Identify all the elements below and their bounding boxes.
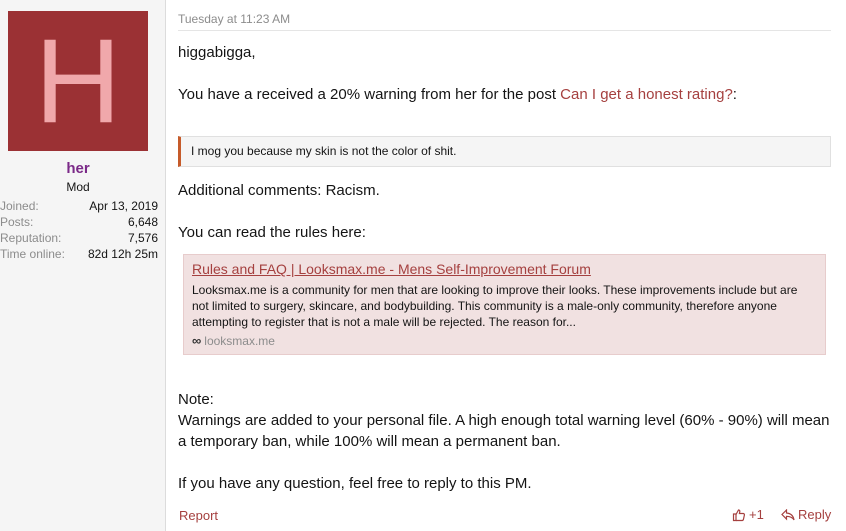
closing-text: If you have any question, feel free to r… [178,475,532,492]
like-count: +1 [749,507,764,522]
link-preview-description: Looksmax.me is a community for men that … [192,283,798,329]
stat-joined: Joined: Apr 13, 2019 [0,198,158,214]
avatar[interactable]: H [8,11,148,151]
rules-intro: You can read the rules here: [178,224,366,241]
stat-value: Apr 13, 2019 [89,199,158,213]
link-preview[interactable]: Rules and FAQ | Looksmax.me - Mens Self-… [183,254,826,355]
reply-arrow-icon [781,508,795,521]
link-preview-title[interactable]: Rules and FAQ | Looksmax.me - Mens Self-… [192,260,817,278]
additional-comments: Additional comments: Racism. [178,182,380,199]
username[interactable]: her [0,160,156,177]
divider [178,30,831,31]
stat-value: 6,648 [127,215,158,229]
quoted-post: I mog you because my skin is not the col… [178,136,831,167]
link-preview-domain: looksmax.me [204,333,275,348]
avatar-letter: H [34,14,122,148]
link-icon: ∞ [192,333,202,348]
user-stats: Joined: Apr 13, 2019 Posts: 6,648 Reputa… [0,198,158,262]
stat-label: Joined: [0,199,39,213]
stat-posts: Posts: 6,648 [0,214,158,230]
stat-value: 7,576 [127,231,158,245]
note-label: Note: [178,391,214,408]
stat-label: Posts: [0,215,34,229]
greeting: higgabigga, [178,44,256,61]
stat-reputation: Reputation: 7,576 [0,230,158,246]
warning-prefix: You have a received a 20% warning from h… [178,86,561,103]
warned-post-link[interactable]: Can I get a honest rating? [560,86,733,103]
user-sidebar: H her Mod Joined: Apr 13, 2019 Posts: 6,… [0,0,166,531]
stat-label: Reputation: [0,231,62,245]
like-button[interactable]: +1 [732,507,764,522]
thumbs-up-icon [732,508,746,522]
stat-label: Time online: [0,247,65,261]
note-text: Warnings are added to your personal file… [178,412,830,450]
link-preview-site: ∞ looksmax.me [192,333,817,348]
post-date[interactable]: Tuesday at 11:23 AM [178,12,290,26]
stat-time-online: Time online: 82d 12h 25m [0,246,158,262]
user-role: Mod [66,180,90,194]
report-button[interactable]: Report [179,508,218,523]
reply-button[interactable]: Reply [781,507,831,522]
warning-suffix: : [732,86,737,103]
stat-value: 82d 12h 25m [87,247,158,261]
reply-label: Reply [798,507,832,522]
warning-text: You have a received a 20% warning from h… [178,84,737,105]
